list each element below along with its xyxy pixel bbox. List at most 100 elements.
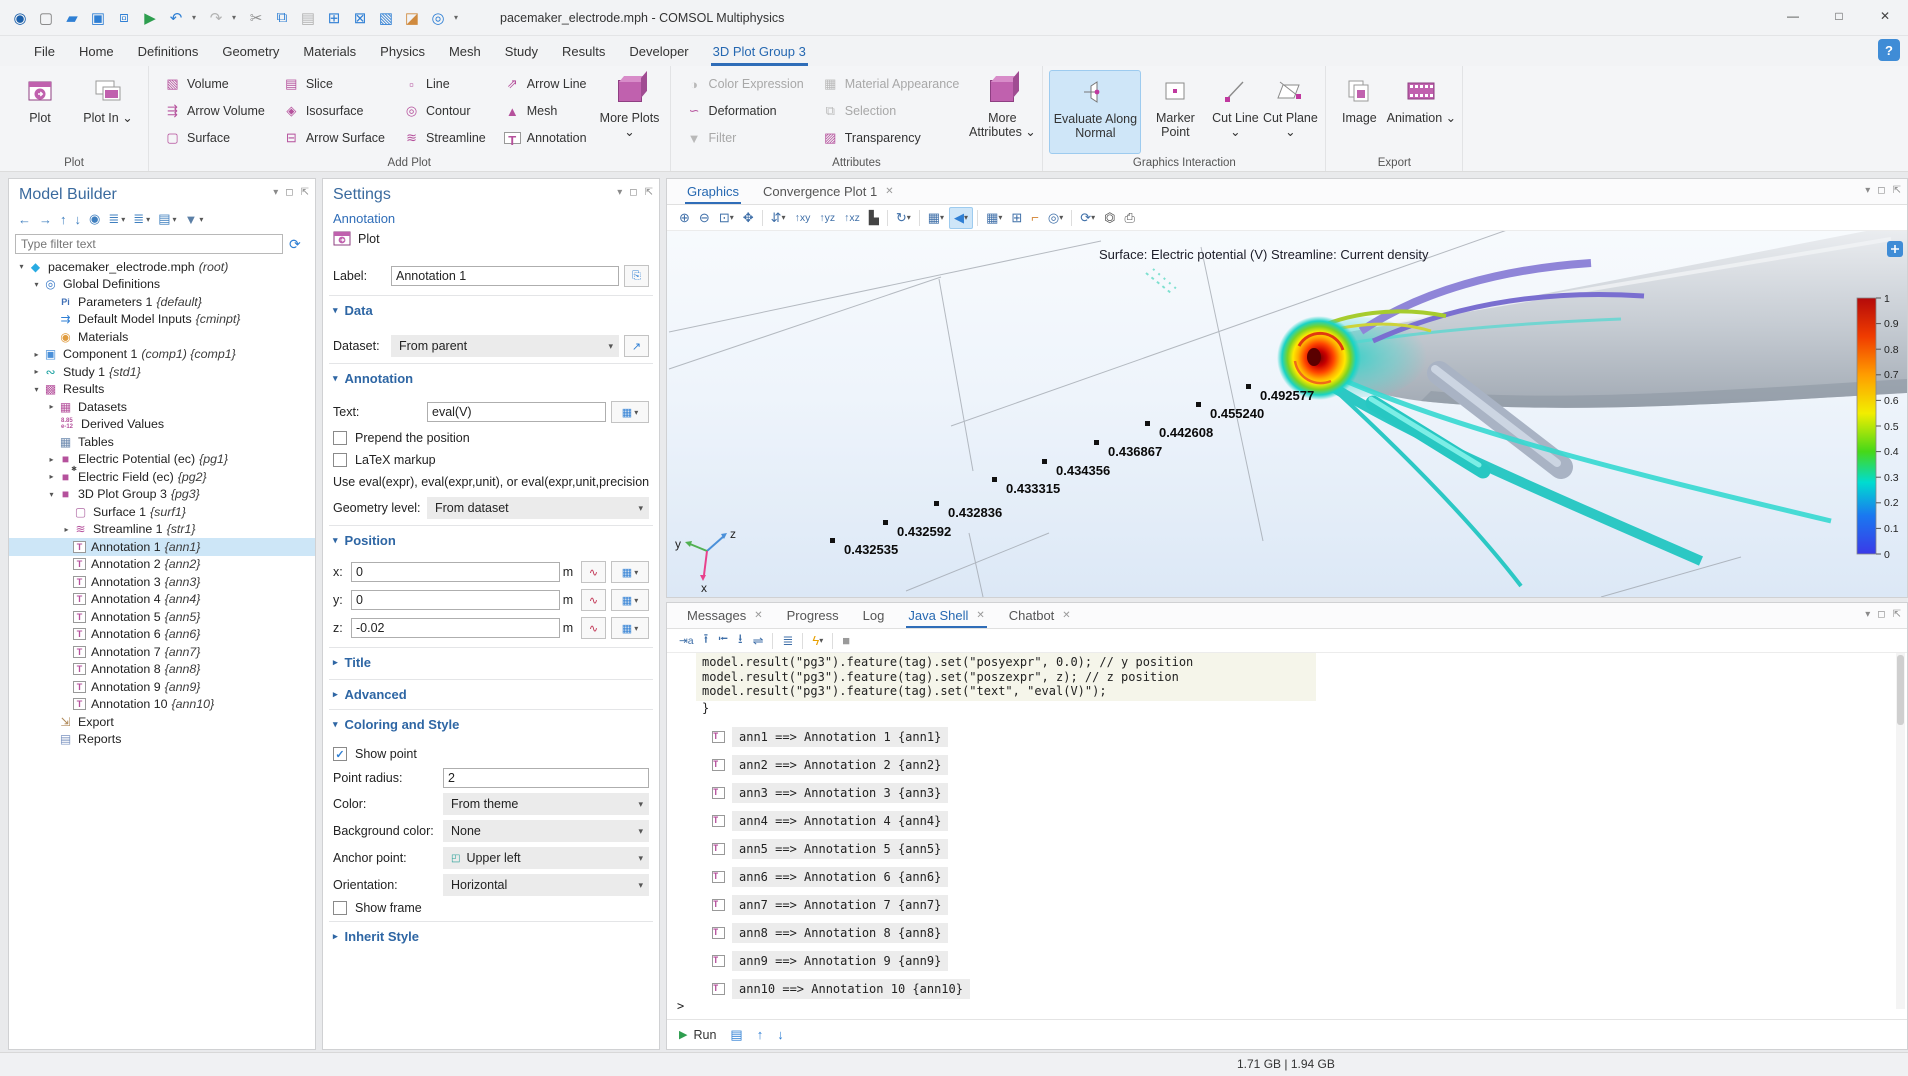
- tab-chatbot[interactable]: Chatbot✕: [999, 604, 1081, 627]
- tree-item-annotation-2[interactable]: TAnnotation 2{ann2}: [9, 556, 315, 574]
- contour-button[interactable]: ◎Contour: [398, 99, 491, 123]
- move-up-icon[interactable]: ↑: [57, 209, 70, 229]
- prepend-position-checkbox[interactable]: [333, 431, 347, 445]
- redo-caret-icon[interactable]: ▾: [232, 13, 240, 22]
- pin-panel-icon[interactable]: ⇱: [1893, 609, 1901, 620]
- close-tab-icon[interactable]: ✕: [754, 610, 762, 621]
- tree-item-streamline-1[interactable]: ▸≋Streamline 1{str1}: [9, 521, 315, 539]
- y-input[interactable]: [351, 590, 560, 610]
- insert-expression-icon[interactable]: ▦▾: [611, 401, 649, 423]
- go-to-source-icon[interactable]: ↗: [624, 335, 649, 357]
- range-icon[interactable]: ∿: [581, 561, 606, 583]
- stop-icon[interactable]: ■: [838, 630, 854, 652]
- more-plots-button[interactable]: More Plots ⌄: [596, 70, 664, 154]
- range-icon[interactable]: ∿: [581, 589, 606, 611]
- tab-java-shell[interactable]: Java Shell✕: [898, 604, 994, 627]
- material-appearance-button[interactable]: ▦Material Appearance: [817, 72, 965, 96]
- view-yz-icon[interactable]: ↑yz: [815, 207, 839, 229]
- rotate-icon[interactable]: ↻▾: [892, 207, 915, 229]
- menu-tab-study[interactable]: Study: [493, 39, 550, 64]
- mesh-button[interactable]: ▲Mesh: [499, 99, 592, 123]
- tree-item-annotation-9[interactable]: TAnnotation 9{ann9}: [9, 678, 315, 696]
- find-icon[interactable]: ◎: [428, 7, 448, 29]
- tree-item-component-1[interactable]: ▸▣Component 1(comp1) {comp1}: [9, 346, 315, 364]
- measure-icon[interactable]: ⌐: [1027, 207, 1043, 229]
- tree-item-electric-potential[interactable]: ▸■Electric Potential (ec){pg1}: [9, 451, 315, 469]
- isosurface-button[interactable]: ◈Isosurface: [278, 99, 390, 123]
- range-icon[interactable]: ∿: [581, 617, 606, 639]
- rename-icon[interactable]: ⎘: [624, 265, 649, 287]
- arrow-surface-button[interactable]: ⊟Arrow Surface: [278, 126, 390, 150]
- menu-tab-3d-plot-group-3[interactable]: 3D Plot Group 3: [701, 39, 818, 64]
- tree-item-default-model-inputs[interactable]: ⇉Default Model Inputs{cminpt}: [9, 311, 315, 329]
- toolbar-more-caret-icon[interactable]: ▾: [454, 13, 462, 22]
- menu-tab-developer[interactable]: Developer: [617, 39, 700, 64]
- insert-variable-icon[interactable]: ⇥a: [675, 630, 698, 652]
- marker-point-button[interactable]: Marker Point: [1141, 70, 1209, 154]
- tree-item-annotation-8[interactable]: TAnnotation 8{ann8}: [9, 661, 315, 679]
- tree-item-surface-1[interactable]: ▢Surface 1{surf1}: [9, 503, 315, 521]
- history-previous-icon[interactable]: ↑: [757, 1027, 764, 1042]
- menu-tab-physics[interactable]: Physics: [368, 39, 437, 64]
- pin-panel-icon[interactable]: ⇱: [301, 187, 309, 198]
- deformation-button[interactable]: ∽Deformation: [681, 99, 809, 123]
- section-coloring-and-style[interactable]: ▾Coloring and Style: [333, 717, 459, 732]
- background-color-select[interactable]: None: [443, 820, 649, 842]
- zoom-out-icon[interactable]: ⊖: [695, 207, 714, 229]
- tree-item-annotation-6[interactable]: TAnnotation 6{ann6}: [9, 626, 315, 644]
- menu-tab-geometry[interactable]: Geometry: [210, 39, 291, 64]
- model-tree-nodes-icon[interactable]: ▤▾: [155, 209, 179, 229]
- pin-panel-icon[interactable]: ⇱: [1893, 185, 1901, 196]
- show-frame-row[interactable]: Show frame: [333, 897, 649, 919]
- move-down-icon[interactable]: ↓: [72, 209, 85, 229]
- cut-line-button[interactable]: Cut Line ⌄: [1209, 70, 1261, 154]
- collapse-all-icon[interactable]: ≣▾: [105, 209, 128, 229]
- tree-item-annotation-1[interactable]: TAnnotation 1{ann1}: [9, 538, 315, 556]
- settings-plot-button[interactable]: Plot: [333, 231, 380, 246]
- close-tab-icon[interactable]: ✕: [976, 610, 984, 621]
- view-xz-icon[interactable]: ↑xz: [840, 207, 864, 229]
- plot-button[interactable]: Plot: [6, 70, 74, 154]
- execute-icon[interactable]: ϟ▾: [808, 630, 827, 652]
- section-title[interactable]: ▸Title: [333, 655, 371, 670]
- tab-messages[interactable]: Messages✕: [677, 604, 773, 627]
- perspective-icon[interactable]: ▙: [865, 207, 883, 229]
- image-button[interactable]: Image: [1332, 70, 1386, 154]
- evaluate-along-normal-button[interactable]: Evaluate Along Normal: [1049, 70, 1141, 154]
- run-icon[interactable]: ▶: [679, 1028, 687, 1041]
- tree-item-results[interactable]: ▾▩Results: [9, 381, 315, 399]
- latex-markup-checkbox[interactable]: [333, 453, 347, 467]
- menu-tab-materials[interactable]: Materials: [291, 39, 368, 64]
- close-tab-icon[interactable]: ✕: [1062, 610, 1070, 621]
- minimize-button[interactable]: —: [1770, 0, 1816, 32]
- history-next-icon[interactable]: ↓: [777, 1027, 784, 1042]
- select-objects-icon[interactable]: ◎▾: [1044, 207, 1067, 229]
- undo-icon[interactable]: ↶: [166, 7, 186, 29]
- tab-progress[interactable]: Progress: [777, 604, 849, 627]
- section-data[interactable]: ▾Data: [333, 303, 373, 318]
- tree-item-datasets[interactable]: ▸▦Datasets: [9, 398, 315, 416]
- tree-item-materials[interactable]: ◉Materials: [9, 328, 315, 346]
- replace-expression-icon[interactable]: ▦▾: [611, 589, 649, 611]
- arrow-volume-button[interactable]: ⇶Arrow Volume: [159, 99, 270, 123]
- x-input[interactable]: [351, 562, 560, 582]
- tree-item-reports[interactable]: ▤Reports: [9, 731, 315, 749]
- show-point-checkbox[interactable]: ✓: [333, 747, 347, 761]
- selection-button[interactable]: ⧉Selection: [817, 99, 965, 123]
- panel-menu-icon[interactable]: ▾: [273, 187, 278, 198]
- run-button[interactable]: Run: [693, 1028, 716, 1042]
- copy-icon[interactable]: ⧉: [272, 7, 292, 29]
- help-icon[interactable]: ?: [1878, 39, 1900, 61]
- annotation-button[interactable]: TAnnotation: [499, 126, 592, 150]
- save-icon[interactable]: ▣: [88, 7, 108, 29]
- label-input[interactable]: [391, 266, 619, 286]
- section-annotation[interactable]: ▾Annotation: [333, 371, 413, 386]
- panel-menu-icon[interactable]: ▾: [1865, 609, 1870, 620]
- zoom-in-icon[interactable]: ⊕: [675, 207, 694, 229]
- shell-prompt[interactable]: >: [677, 999, 684, 1013]
- replace-expression-icon[interactable]: ▦▾: [611, 617, 649, 639]
- plot-settings-icon[interactable]: [1887, 241, 1903, 257]
- tree-item-root[interactable]: ▾◆pacemaker_electrode.mph(root): [9, 258, 315, 276]
- line-button[interactable]: ▫Line: [398, 72, 491, 96]
- prepend-position-row[interactable]: Prepend the position: [333, 427, 649, 449]
